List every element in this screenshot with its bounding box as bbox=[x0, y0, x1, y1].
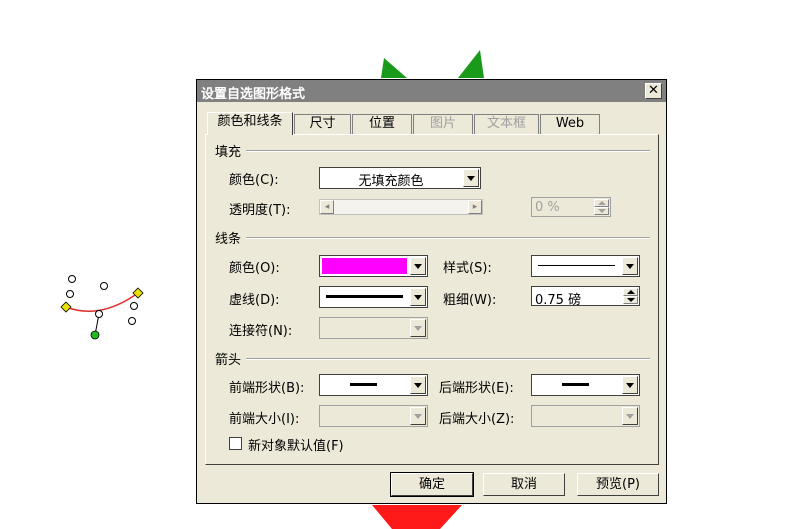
spin-up-icon[interactable] bbox=[594, 199, 609, 207]
connector-label: 连接符(N): bbox=[229, 324, 293, 339]
rotate-handle[interactable] bbox=[90, 330, 100, 340]
chevron-down-icon[interactable] bbox=[410, 376, 426, 394]
resize-handle[interactable] bbox=[100, 282, 108, 290]
transparency-slider[interactable]: ◂ ▸ bbox=[319, 199, 483, 215]
chevron-down-icon[interactable] bbox=[410, 257, 426, 275]
chevron-down-icon[interactable] bbox=[410, 407, 426, 425]
dialog-title: 设置自选图形格式 bbox=[201, 87, 306, 102]
dash-select[interactable] bbox=[319, 286, 428, 308]
scroll-right-icon[interactable]: ▸ bbox=[468, 200, 482, 214]
weight-label: 粗细(W): bbox=[443, 293, 497, 308]
resize-handle[interactable] bbox=[66, 290, 74, 298]
end-style-select[interactable] bbox=[531, 374, 640, 396]
end-style-sample bbox=[562, 383, 589, 386]
begin-style-sample bbox=[350, 383, 377, 386]
fill-color-label: 颜色(C): bbox=[229, 173, 279, 188]
transparency-label: 透明度(T): bbox=[229, 203, 291, 218]
selected-arc-shape[interactable] bbox=[60, 275, 144, 340]
end-style-label: 后端形状(E): bbox=[439, 381, 514, 396]
divider bbox=[246, 150, 650, 152]
adjust-handle[interactable] bbox=[60, 301, 72, 313]
begin-style-label: 前端形状(B): bbox=[229, 381, 305, 396]
tab-textbox[interactable]: 文本框 bbox=[474, 114, 539, 134]
divider bbox=[246, 358, 650, 360]
cancel-button[interactable]: 取消 bbox=[483, 473, 565, 496]
arrows-section-title: 箭头 bbox=[215, 353, 242, 368]
scroll-left-icon[interactable]: ◂ bbox=[320, 200, 334, 214]
chevron-down-icon[interactable] bbox=[410, 288, 426, 306]
ok-button[interactable]: 确定 bbox=[390, 472, 474, 497]
divider bbox=[246, 237, 650, 239]
red-shape-bottom[interactable] bbox=[372, 505, 462, 529]
chevron-down-icon[interactable] bbox=[463, 169, 479, 187]
chevron-down-icon[interactable] bbox=[622, 257, 638, 275]
chevron-down-icon[interactable] bbox=[622, 376, 638, 394]
resize-handle[interactable] bbox=[128, 317, 136, 325]
fill-color-select[interactable]: 无填充颜色 bbox=[319, 167, 481, 189]
line-style-sample bbox=[538, 265, 615, 266]
begin-style-select[interactable] bbox=[319, 374, 428, 396]
default-for-new-objects-label: 新对象默认值(F) bbox=[248, 439, 344, 454]
transparency-input[interactable]: 0 % bbox=[531, 197, 611, 217]
line-color-select[interactable] bbox=[319, 255, 428, 277]
resize-handle[interactable] bbox=[68, 275, 76, 283]
dash-sample bbox=[326, 295, 403, 298]
spin-down-icon[interactable] bbox=[623, 296, 638, 304]
colors-lines-panel: 填充 颜色(C): 无填充颜色 透明度(T): ◂ ▸ 0 % 线条 颜色(O)… bbox=[205, 134, 659, 465]
end-size-label: 后端大小(Z): bbox=[439, 412, 515, 427]
tab-size[interactable]: 尺寸 bbox=[294, 114, 351, 134]
adjust-handle[interactable] bbox=[132, 287, 144, 299]
line-section-title: 线条 bbox=[215, 232, 242, 247]
tab-position[interactable]: 位置 bbox=[352, 114, 412, 134]
fill-section-title: 填充 bbox=[215, 145, 242, 160]
resize-handle[interactable] bbox=[130, 302, 138, 310]
dash-label: 虚线(D): bbox=[229, 293, 280, 308]
weight-input[interactable]: 0.75 磅 bbox=[531, 286, 640, 308]
line-style-select[interactable] bbox=[531, 255, 640, 277]
line-style-label: 样式(S): bbox=[443, 261, 492, 276]
green-triangle-right[interactable] bbox=[458, 50, 484, 78]
end-size-select[interactable] bbox=[531, 405, 640, 427]
close-button[interactable]: ✕ bbox=[645, 83, 662, 99]
spin-up-icon[interactable] bbox=[623, 288, 638, 296]
chevron-down-icon[interactable] bbox=[410, 319, 426, 337]
chevron-down-icon[interactable] bbox=[622, 407, 638, 425]
green-triangle-left[interactable] bbox=[381, 58, 407, 78]
begin-size-select[interactable] bbox=[319, 405, 428, 427]
format-autoshape-dialog: 设置自选图形格式 ✕ 颜色和线条 尺寸 位置 图片 文本框 Web 填充 颜色(… bbox=[196, 79, 667, 504]
preview-button[interactable]: 预览(P) bbox=[577, 473, 659, 496]
close-icon: ✕ bbox=[648, 83, 659, 98]
title-bar[interactable]: 设置自选图形格式 ✕ bbox=[197, 80, 666, 102]
begin-size-label: 前端大小(I): bbox=[229, 412, 300, 427]
connector-select[interactable] bbox=[319, 317, 428, 339]
resize-handle[interactable] bbox=[95, 310, 103, 318]
line-color-swatch bbox=[322, 258, 407, 274]
tab-web[interactable]: Web bbox=[540, 114, 600, 134]
tab-picture[interactable]: 图片 bbox=[413, 114, 473, 134]
default-for-new-objects-checkbox[interactable] bbox=[229, 437, 242, 450]
tab-colors-lines[interactable]: 颜色和线条 bbox=[207, 112, 293, 135]
spin-down-icon[interactable] bbox=[594, 207, 609, 215]
line-color-label: 颜色(O): bbox=[229, 261, 280, 276]
